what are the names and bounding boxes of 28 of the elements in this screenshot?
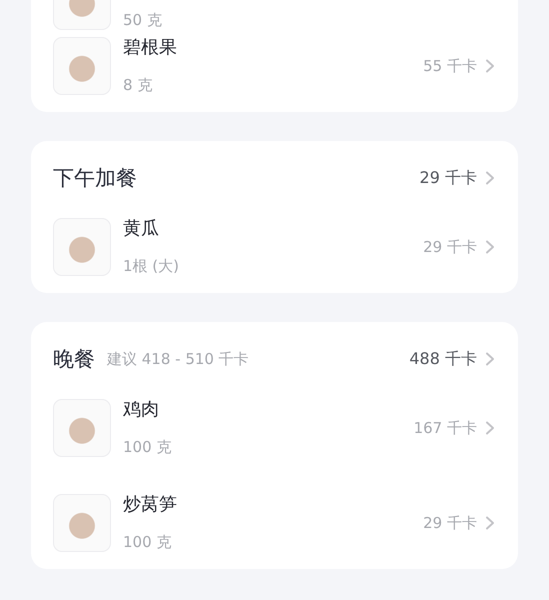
food-name: 黄瓜 <box>123 218 160 240</box>
food-name: 碧根果 <box>123 37 177 59</box>
chevron-right-icon[interactable] <box>485 59 495 73</box>
food-calories: 55 千卡 <box>423 56 477 76</box>
food-photo-placeholder <box>53 494 111 552</box>
meal-total-calories: 29 千卡 <box>420 168 477 188</box>
food-calories: 29 千卡 <box>423 238 477 256</box>
chevron-right-icon[interactable] <box>485 171 495 185</box>
chevron-right-icon[interactable] <box>485 516 495 530</box>
food-amount: 50 克 <box>123 10 162 30</box>
food-photo-placeholder <box>53 218 111 276</box>
food-name: 鸡肉 <box>123 399 160 421</box>
meal-title: 晚餐 <box>53 346 95 373</box>
food-amount: 1根 (大) <box>123 256 180 276</box>
meal-total-calories: 488 千卡 <box>409 348 477 370</box>
food-calories: 29 千卡 <box>423 514 477 532</box>
chevron-right-icon[interactable] <box>485 240 495 254</box>
chevron-right-icon[interactable] <box>485 421 495 435</box>
food-amount: 8 克 <box>123 75 154 95</box>
calorie-suggestion: 建议 418 - 510 千卡 <box>107 350 249 368</box>
food-photo-placeholder <box>53 37 111 95</box>
food-amount: 100 克 <box>123 437 172 457</box>
chevron-right-icon[interactable] <box>485 352 495 366</box>
food-photo-placeholder <box>53 399 111 457</box>
meal-title: 下午加餐 <box>53 165 137 192</box>
food-calories: 167 千卡 <box>414 418 477 438</box>
food-amount: 100 克 <box>123 532 172 552</box>
food-name: 炒莴笋 <box>123 494 177 516</box>
